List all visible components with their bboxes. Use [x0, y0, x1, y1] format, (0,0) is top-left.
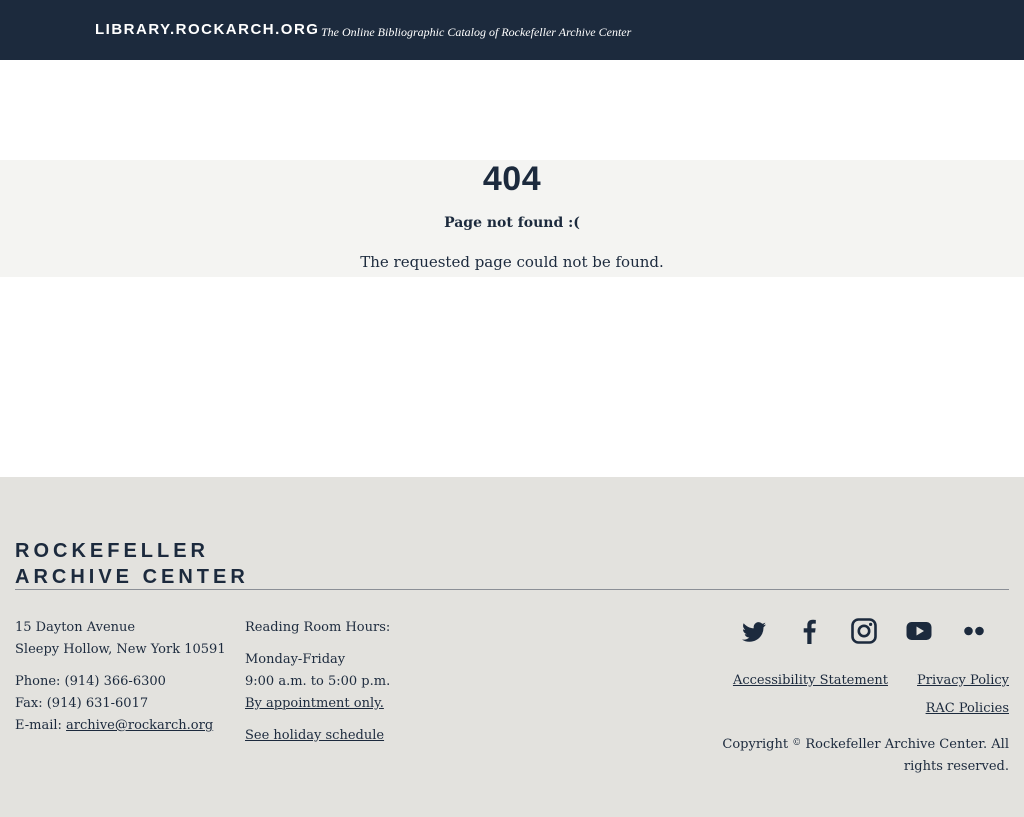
- error-code: 404: [482, 160, 542, 198]
- holiday-schedule-link[interactable]: See holiday schedule: [245, 728, 384, 743]
- logo-line-2: ARCHIVE CENTER: [15, 566, 249, 588]
- copyright-symbol: ©: [792, 738, 802, 748]
- hours-time: 9:00 a.m. to 5:00 p.m.: [245, 674, 391, 689]
- phone-number: Phone: (914) 366-6300: [15, 674, 166, 689]
- hours-days: Monday-Friday: [245, 652, 346, 667]
- youtube-icon[interactable]: [905, 614, 933, 648]
- city-address: Sleepy Hollow, New York 10591: [15, 642, 226, 657]
- rac-policies-link[interactable]: RAC Policies: [926, 701, 1009, 716]
- footer-divider: [15, 589, 1009, 590]
- legal-link-row-1b: Privacy Policy: [900, 670, 1009, 692]
- contact-info: 15 Dayton Avenue Sleepy Hollow, New York…: [15, 617, 230, 737]
- accessibility-statement-link[interactable]: Accessibility Statement: [733, 673, 888, 688]
- email-line: E-mail: archive@rockarch.org: [15, 715, 230, 737]
- instagram-icon[interactable]: [850, 614, 878, 648]
- legal-link-row-2: RAC Policies: [900, 698, 1009, 720]
- copyright-text: Rockefeller Archive Center. All rights r…: [805, 737, 1009, 774]
- facebook-icon[interactable]: [798, 614, 820, 648]
- privacy-policy-link[interactable]: Privacy Policy: [917, 673, 1009, 688]
- email-label: E-mail:: [15, 718, 62, 733]
- email-link[interactable]: archive@rockarch.org: [66, 718, 213, 733]
- logo-line-1: ROCKEFELLER: [15, 540, 209, 562]
- legal-link-row-1: Accessibility Statement: [700, 670, 888, 692]
- footer-logo[interactable]: ROCKEFELLER ARCHIVE CENTER: [15, 538, 249, 590]
- site-name-link[interactable]: LIBRARY.ROCKARCH.ORG: [95, 21, 319, 38]
- site-tagline: The Online Bibliographic Catalog of Rock…: [321, 25, 632, 39]
- hours-heading: Reading Room Hours:: [245, 620, 391, 635]
- error-message: The requested page could not be found.: [360, 253, 664, 271]
- reading-room-hours: Reading Room Hours: Monday-Friday 9:00 a…: [245, 617, 445, 747]
- twitter-icon[interactable]: [740, 614, 768, 648]
- error-title: Page not found :(: [444, 215, 580, 231]
- fax-number: Fax: (914) 631-6017: [15, 696, 149, 711]
- street-address: 15 Dayton Avenue: [15, 620, 136, 635]
- copyright-notice: Copyright © Rockefeller Archive Center. …: [709, 732, 1009, 778]
- copyright-prefix: Copyright: [722, 737, 789, 752]
- appointment-link[interactable]: By appointment only.: [245, 696, 384, 711]
- top-navigation-bar: LIBRARY.ROCKARCH.ORG The Online Bibliogr…: [0, 0, 1024, 60]
- flickr-icon[interactable]: [962, 614, 986, 648]
